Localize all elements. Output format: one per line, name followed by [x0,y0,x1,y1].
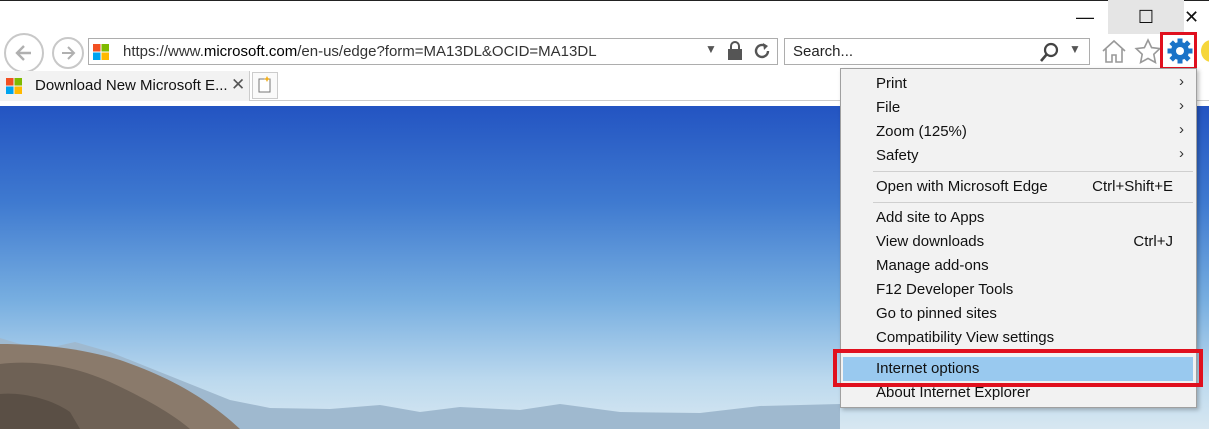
url-domain: microsoft.com [203,43,298,60]
tab-close-button[interactable]: ✕ [231,75,245,95]
smiley-icon[interactable] [1201,40,1209,62]
menu-separator [873,171,1193,172]
menu-item-compatibility-view-settings[interactable]: Compatibility View settings [843,326,1193,350]
menu-item-open-with-edge[interactable]: Open with Microsoft Edge Ctrl+Shift+E [843,175,1193,199]
menu-item-shortcut: Ctrl+J [1133,233,1173,250]
home-icon[interactable] [1100,38,1128,64]
menu-item-label: Safety [876,147,919,164]
submenu-arrow-icon: › [1179,73,1184,90]
menu-item-label: Zoom (125%) [876,123,967,140]
menu-item-view-downloads[interactable]: View downloads Ctrl+J [843,230,1193,254]
url-prefix: https://www. [123,43,204,60]
menu-item-label: View downloads [876,233,985,250]
url-text[interactable]: https://www.microsoft.com/en-us/edge?for… [123,43,597,60]
favorites-star-icon[interactable] [1134,38,1162,64]
forward-button[interactable] [52,37,84,69]
search-box[interactable]: Search... ▼ [784,38,1090,65]
menu-item-go-to-pinned-sites[interactable]: Go to pinned sites [843,302,1193,326]
menu-item-zoom[interactable]: Zoom (125%) › [843,120,1193,144]
menu-item-file[interactable]: File › [843,96,1193,120]
back-button[interactable] [4,33,44,73]
search-dropdown-icon[interactable]: ▼ [1069,42,1081,56]
menu-item-manage-add-ons[interactable]: Manage add-ons [843,254,1193,278]
menu-item-label: Compatibility View settings [876,329,1055,346]
microsoft-logo-icon [93,44,109,60]
minimize-button[interactable]: — [1062,0,1108,34]
menu-item-label: Add site to Apps [876,209,985,226]
menu-item-label: File [876,99,901,116]
address-dropdown-icon[interactable]: ▼ [705,42,717,56]
tab-title: Download New Microsoft E... [35,77,228,94]
menu-item-add-site-to-apps[interactable]: Add site to Apps [843,206,1193,230]
address-bar[interactable]: https://www.microsoft.com/en-us/edge?for… [88,38,778,65]
menu-item-print[interactable]: Print › [843,72,1193,96]
refresh-icon[interactable] [751,40,773,62]
menu-separator [873,202,1193,203]
submenu-arrow-icon: › [1179,145,1184,162]
close-window-button[interactable]: ✕ [1184,0,1209,34]
menu-item-shortcut: Ctrl+Shift+E [1092,178,1173,195]
new-tab-icon [258,76,271,93]
menu-item-label: Print [876,75,907,92]
submenu-arrow-icon: › [1179,121,1184,138]
microsoft-logo-icon [6,78,22,94]
search-placeholder: Search... [793,43,854,60]
forward-arrow-icon [62,46,76,60]
menu-item-f12-developer-tools[interactable]: F12 Developer Tools [843,278,1193,302]
menu-item-label: Manage add-ons [876,257,989,274]
tab-active[interactable]: Download New Microsoft E... ✕ [0,71,250,101]
internet-options-highlight-box [833,349,1203,387]
gear-highlight-box [1160,32,1197,70]
url-path: /en-us/edge?form=MA13DL&OCID=MA13DL [297,43,597,60]
menu-item-safety[interactable]: Safety › [843,144,1193,168]
menu-item-label: Go to pinned sites [876,305,997,322]
menu-item-label: Open with Microsoft Edge [876,178,1048,195]
menu-item-label: F12 Developer Tools [876,281,1014,298]
maximize-button[interactable]: ☐ [1108,0,1184,34]
submenu-arrow-icon: › [1179,97,1184,114]
title-bar [0,0,1209,34]
lock-icon[interactable] [727,41,743,61]
back-arrow-icon [15,45,31,61]
search-icon[interactable] [1039,42,1061,64]
new-tab-button[interactable] [252,72,278,99]
